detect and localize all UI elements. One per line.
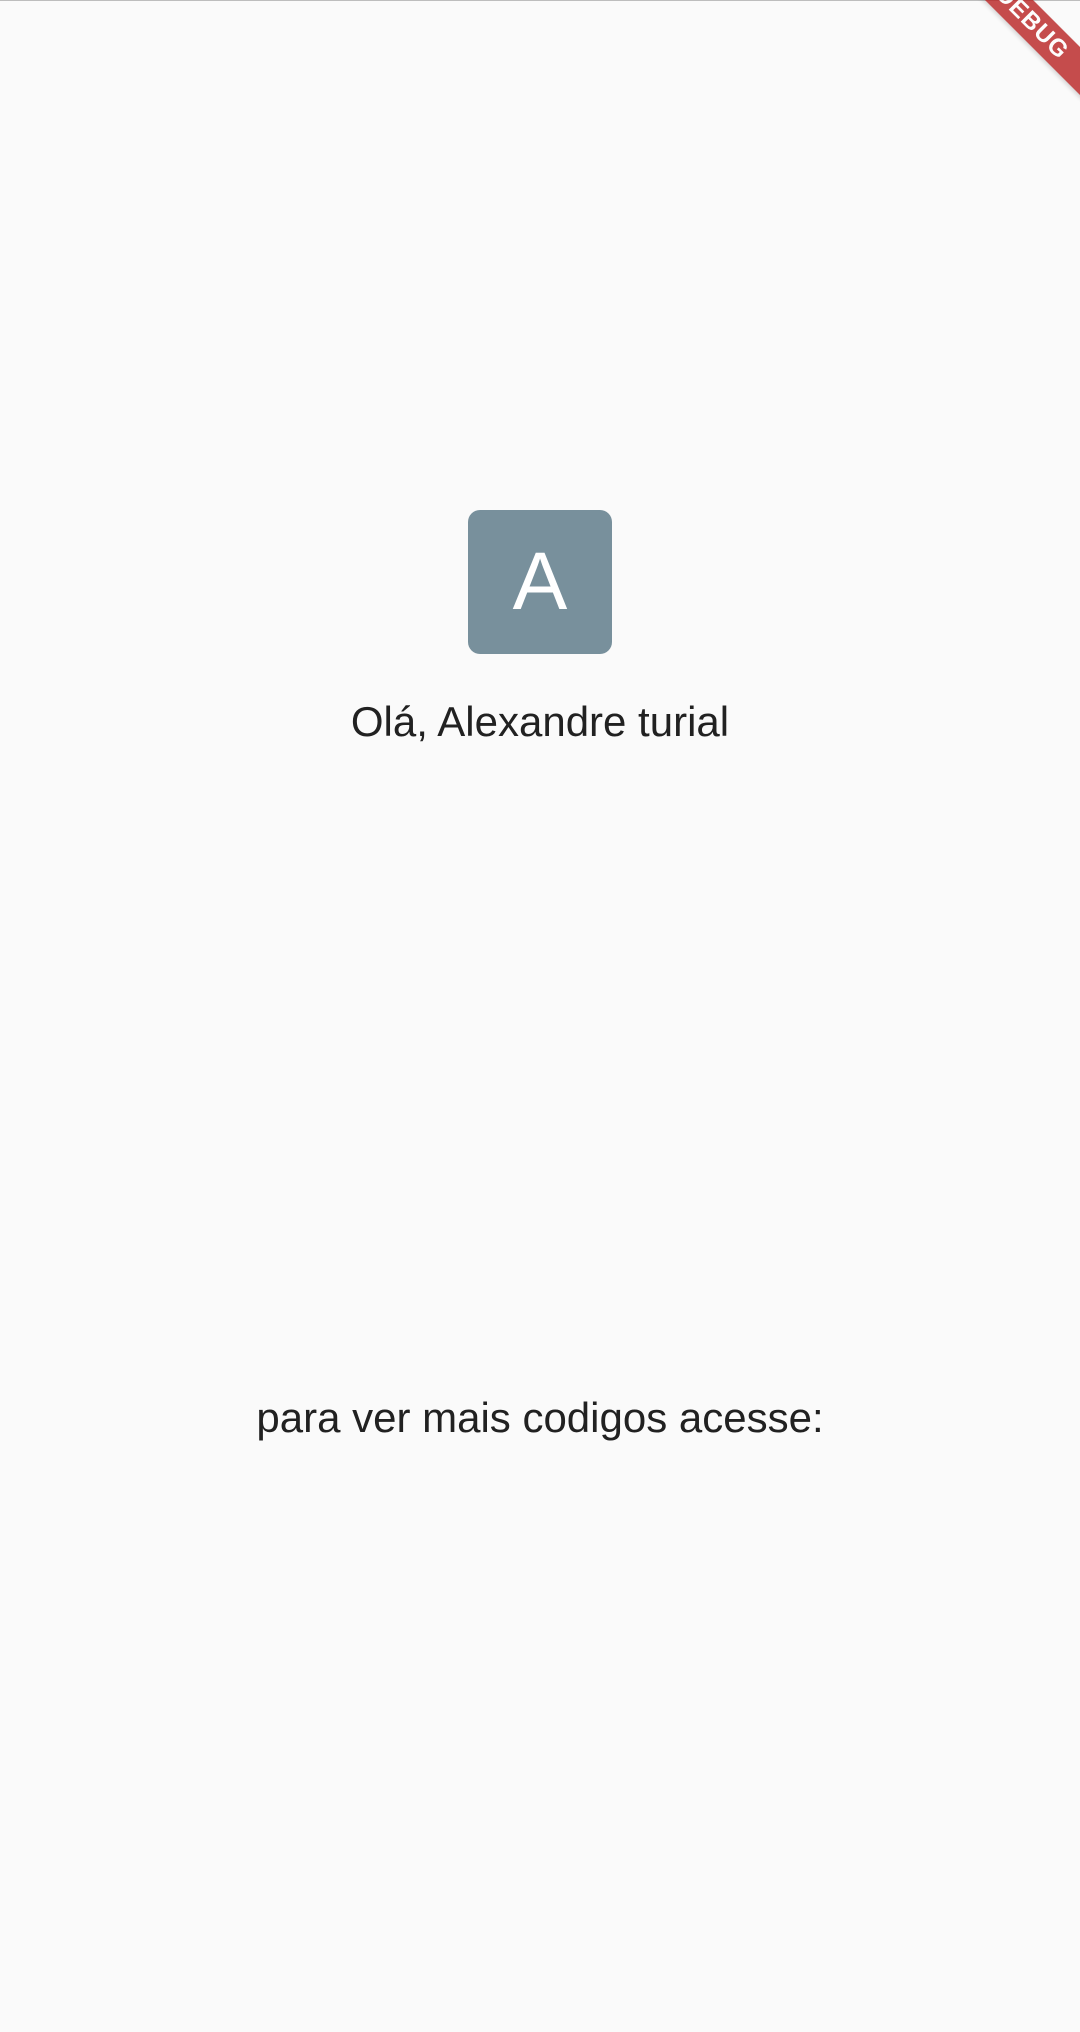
- debug-banner: DEBUG: [956, 0, 1080, 99]
- app-screen: A Olá, Alexandre turial para ver mais co…: [0, 0, 1080, 2032]
- avatar-initial: A: [512, 536, 568, 627]
- top-divider: [0, 0, 1080, 1]
- user-avatar: A: [468, 510, 612, 654]
- more-code-text: para ver mais codigos acesse:: [256, 1394, 824, 1441]
- greeting-text: Olá, Alexandre turial: [350, 698, 730, 745]
